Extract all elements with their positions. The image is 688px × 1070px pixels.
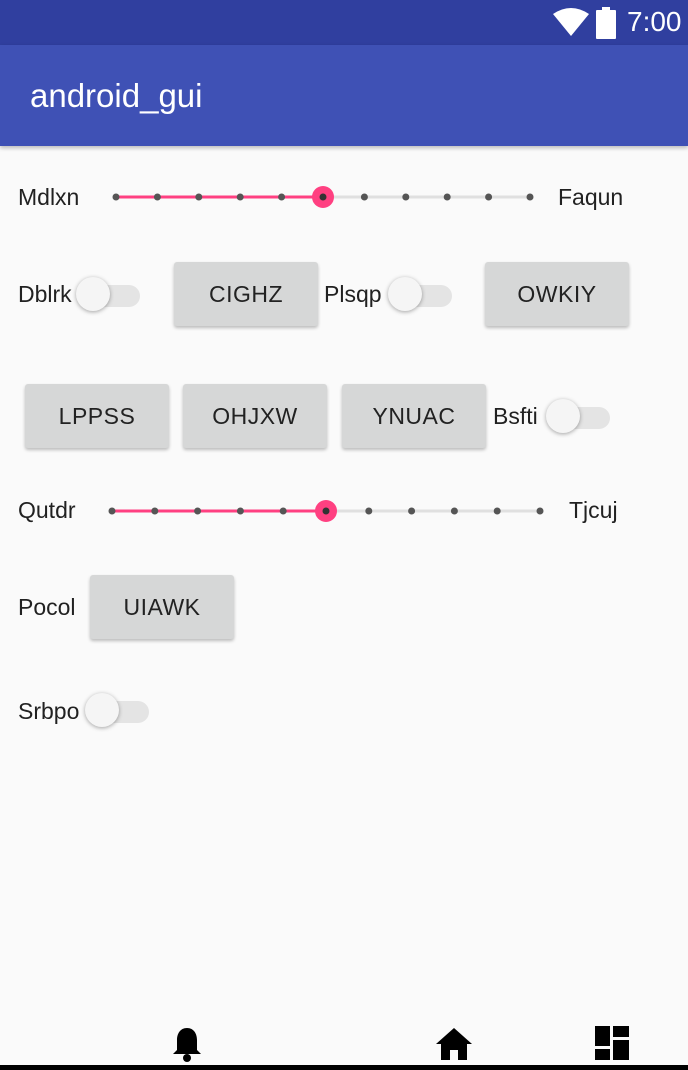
switch-dblrk[interactable] xyxy=(76,274,142,314)
slider-mdlxn[interactable] xyxy=(112,177,534,217)
uiawk-button[interactable]: UIAWK xyxy=(90,575,234,639)
slider-tick xyxy=(443,193,451,201)
slider-qutdr-label: Qutdr xyxy=(18,497,76,523)
slider-track-svg xyxy=(112,186,534,208)
slider-tick xyxy=(278,193,286,201)
slider-tick xyxy=(153,193,161,201)
slider-tick xyxy=(450,507,458,515)
slider-tick xyxy=(279,507,287,515)
lppss-button[interactable]: LPPSS xyxy=(25,384,169,448)
switch-dblrk-label: Dblrk xyxy=(18,281,72,307)
slider-tick xyxy=(236,193,244,201)
status-bar: 7:00 xyxy=(0,0,688,45)
slider-tick xyxy=(112,193,120,201)
slider-tick xyxy=(195,193,203,201)
slider-tick xyxy=(408,507,416,515)
slider-track-svg xyxy=(108,500,544,522)
ynuac-button[interactable]: YNUAC xyxy=(342,384,486,448)
slider-tick xyxy=(151,507,159,515)
slider-tick xyxy=(402,193,410,201)
slider-tick xyxy=(485,193,493,201)
cighz-button[interactable]: CIGHZ xyxy=(174,262,318,326)
switch-bsfti[interactable] xyxy=(546,396,612,436)
bottom-navigation xyxy=(0,1010,688,1070)
switch-thumb xyxy=(85,693,119,727)
slider-tick xyxy=(365,507,373,515)
home-icon[interactable] xyxy=(436,1028,472,1065)
pocol-label: Pocol xyxy=(18,594,76,620)
switch-bsfti-label: Bsfti xyxy=(493,403,538,429)
switch-srbpo-label: Srbpo xyxy=(18,698,80,724)
wifi-icon xyxy=(553,8,589,41)
switch-plsqp[interactable] xyxy=(388,274,454,314)
switch-thumb xyxy=(546,399,580,433)
slider-thumb-dot xyxy=(322,507,330,515)
switch-thumb xyxy=(388,277,422,311)
status-time: 7:00 xyxy=(627,6,682,37)
switch-plsqp-label: Plsqp xyxy=(324,281,382,307)
slider-faqun-label: Faqun xyxy=(558,184,624,210)
switch-thumb xyxy=(76,277,110,311)
battery-icon xyxy=(596,7,616,44)
slider-tick xyxy=(536,507,544,515)
slider-tick xyxy=(360,193,368,201)
owkiy-button[interactable]: OWKIY xyxy=(485,262,629,326)
nav-divider xyxy=(0,1065,688,1070)
slider-tick xyxy=(108,507,116,515)
slider-tick xyxy=(493,507,501,515)
slider-mdlxn-label: Mdlxn xyxy=(18,184,80,210)
bell-icon[interactable] xyxy=(171,1026,203,1067)
switch-srbpo[interactable] xyxy=(85,690,151,730)
slider-tick xyxy=(194,507,202,515)
slider-tjcuj-label: Tjcuj xyxy=(569,497,618,523)
app-bar: android_gui xyxy=(0,45,688,146)
slider-tick xyxy=(236,507,244,515)
app-title: android_gui xyxy=(30,77,203,114)
dashboard-icon[interactable] xyxy=(595,1026,629,1065)
slider-qutdr[interactable] xyxy=(108,491,544,531)
slider-tick xyxy=(526,193,534,201)
slider-thumb-dot xyxy=(319,193,327,201)
ohjxw-button[interactable]: OHJXW xyxy=(183,384,327,448)
